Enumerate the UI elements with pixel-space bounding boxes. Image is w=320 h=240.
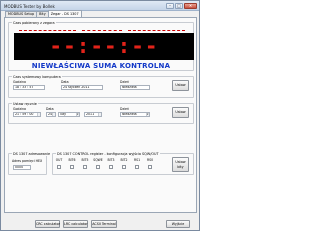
minimize-button[interactable]: – bbox=[166, 2, 174, 9]
computer-time-group: Czas systemowy komputera Godzina Data Dz… bbox=[8, 74, 194, 98]
hour-label: Godzina bbox=[13, 107, 26, 111]
manual-time-group: Ustaw ręcznie Godzina Data Dzień 21 : 59… bbox=[8, 101, 194, 124]
bit-label-out: OUT bbox=[55, 158, 63, 162]
set-manual-time-button[interactable]: Ustaw bbox=[172, 107, 189, 118]
manual-hour-input[interactable]: 21 : 59 : 00 bbox=[13, 112, 41, 117]
computer-day-value: Niedziela bbox=[122, 85, 137, 89]
checkbox-out[interactable] bbox=[57, 165, 61, 169]
led-display: --:--:-- bbox=[14, 33, 194, 60]
memory-address-label: Adres pamięci HEX bbox=[12, 159, 43, 163]
address-group: DS 1307 adresowanie Adres pamięci HEX 00… bbox=[8, 151, 52, 175]
control-register-group: DS 1307 CONTROL register - konfiguracja … bbox=[52, 151, 194, 175]
chevron-down-icon[interactable]: ▾ bbox=[145, 113, 149, 116]
computer-hour-value: 18 : 33 : 57 bbox=[15, 85, 34, 89]
dashed-separator bbox=[19, 30, 76, 31]
day-spinner[interactable] bbox=[52, 113, 55, 116]
set-bits-button[interactable]: Ustaw bity bbox=[172, 157, 189, 172]
computer-hour-field: 18 : 33 : 57 bbox=[13, 85, 45, 90]
bit-label-rs0: RS0 bbox=[146, 158, 154, 162]
manual-year-value: 2011 bbox=[86, 112, 95, 116]
checksum-error-message: NIEWŁAŚCIWA SUMA KONTROLNA bbox=[31, 62, 171, 70]
manual-weekday-value: Niedziela bbox=[122, 112, 137, 116]
bit-label-bit2: BIT2 bbox=[120, 158, 128, 162]
checkbox-rs0[interactable] bbox=[148, 165, 152, 169]
tab-zegar[interactable]: Zegar - DS 1307 bbox=[47, 10, 82, 17]
checkbox-bit3[interactable] bbox=[109, 165, 113, 169]
led-time-digits: --:--:-- bbox=[49, 34, 159, 58]
checkbox-rs1[interactable] bbox=[135, 165, 139, 169]
bit-label-bit6: BIT6 bbox=[68, 158, 76, 162]
address-group-label: DS 1307 adresowanie bbox=[12, 151, 52, 156]
bit-label-bit5: BIT5 bbox=[81, 158, 89, 162]
clock-display-label: Czas pobierany z zegara bbox=[12, 20, 56, 25]
date-label: Data bbox=[46, 107, 54, 111]
window-controls: – □ ✕ bbox=[166, 2, 197, 9]
exit-button[interactable]: Wyjście bbox=[166, 220, 190, 228]
manual-year-input[interactable]: 2011 bbox=[84, 112, 102, 117]
computer-date-field: 24 styczeń 2011 bbox=[61, 85, 103, 90]
computer-day-field: Niedziela bbox=[120, 85, 150, 90]
bit-label-rs1: RS1 bbox=[133, 158, 141, 162]
manual-month-value: luty bbox=[60, 112, 67, 116]
manual-hour-value: 21 : 59 : 00 bbox=[15, 112, 34, 116]
memory-address-value: 0000 bbox=[15, 165, 24, 169]
chevron-down-icon[interactable]: ▾ bbox=[75, 113, 79, 116]
clock-display-group: Czas pobierany z zegara --:--:-- NIEWŁAŚ… bbox=[8, 20, 194, 71]
manual-time-label: Ustaw ręcznie bbox=[12, 101, 38, 106]
date-label: Data bbox=[61, 80, 69, 84]
checkbox-bit6[interactable] bbox=[70, 165, 74, 169]
manual-weekday-select[interactable]: Niedziela ▾ bbox=[120, 112, 150, 117]
control-register-label: DS 1307 CONTROL register - konfiguracja … bbox=[56, 151, 160, 156]
maximize-button[interactable]: □ bbox=[175, 2, 183, 9]
hour-spinner[interactable] bbox=[37, 113, 40, 116]
day-label: Dzień bbox=[120, 107, 129, 111]
year-spinner[interactable] bbox=[98, 113, 101, 116]
manual-day-input[interactable]: 24 bbox=[46, 112, 56, 117]
lrc-calculator-button[interactable]: LRC calculator bbox=[63, 220, 88, 228]
dashed-separator bbox=[128, 30, 185, 31]
window-title: MODBUS Tester by Bollek bbox=[4, 3, 55, 9]
crc-calculator-button[interactable]: CRC calculator bbox=[35, 220, 60, 228]
memory-address-input[interactable]: 0000 bbox=[13, 165, 31, 170]
app-window: MODBUS Tester by Bollek – □ ✕ MODBUS Set… bbox=[0, 0, 200, 231]
tab-panel: Czas pobierany z zegara --:--:-- NIEWŁAŚ… bbox=[4, 17, 197, 213]
computer-date-value: 24 styczeń 2011 bbox=[63, 85, 90, 89]
set-from-computer-button[interactable]: Ustaw bbox=[172, 80, 189, 91]
dashed-separator bbox=[82, 30, 122, 31]
close-button[interactable]: ✕ bbox=[184, 2, 197, 9]
title-bar: MODBUS Tester by Bollek – □ ✕ bbox=[1, 1, 199, 11]
computer-time-label: Czas systemowy komputera bbox=[12, 74, 62, 79]
day-label: Dzień bbox=[120, 80, 129, 84]
bit-label-bit3: BIT3 bbox=[107, 158, 115, 162]
ascii-terminal-button[interactable]: ACSII Terminal bbox=[91, 220, 117, 228]
checkbox-sqwe[interactable] bbox=[96, 165, 100, 169]
manual-month-select[interactable]: luty ▾ bbox=[58, 112, 80, 117]
checkbox-bit5[interactable] bbox=[83, 165, 87, 169]
hour-label: Godzina bbox=[13, 80, 26, 84]
checkbox-bit2[interactable] bbox=[122, 165, 126, 169]
bit-label-sqwe: SQWE bbox=[93, 158, 103, 162]
